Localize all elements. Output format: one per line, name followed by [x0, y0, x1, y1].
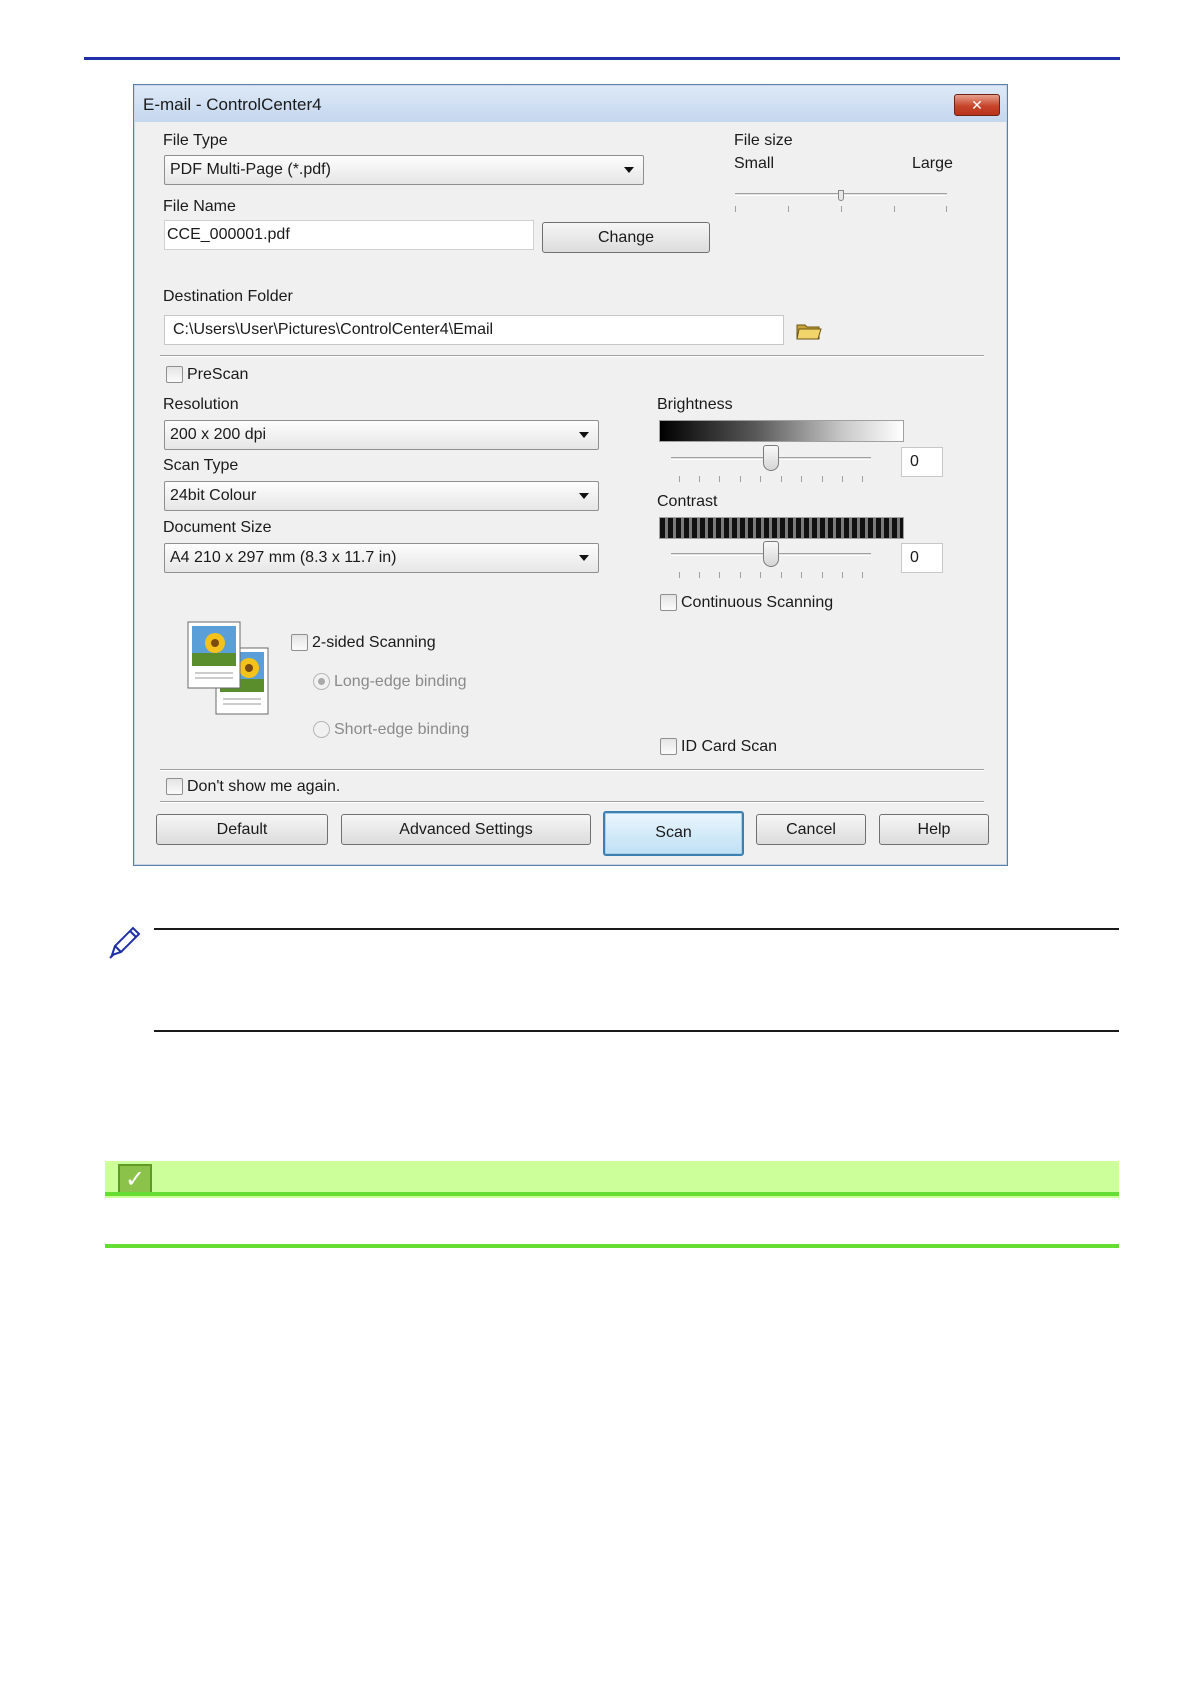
contrast-thumb[interactable] [763, 541, 779, 567]
separator-bottom [160, 801, 984, 803]
file-size-ticks [735, 206, 947, 212]
scan-type-label: Scan Type [163, 457, 239, 474]
resolution-select[interactable]: 200 x 200 dpi [164, 420, 599, 450]
brightness-label: Brightness [657, 396, 733, 413]
prescan-checkbox[interactable] [166, 366, 183, 383]
file-type-label: File Type [163, 132, 228, 149]
two-sided-scanning-label: 2-sided Scanning [312, 634, 436, 651]
resolution-label: Resolution [163, 396, 239, 413]
contrast-slider[interactable] [671, 541, 871, 581]
top-rule [84, 57, 1120, 60]
brightness-slider[interactable] [671, 445, 871, 485]
scan-type-select[interactable]: 24bit Colour [164, 481, 599, 511]
two-sided-scanning-checkbox[interactable] [291, 634, 308, 651]
contrast-value-field[interactable]: 0 [901, 543, 943, 573]
file-name-label: File Name [163, 198, 236, 215]
note-top-rule [154, 928, 1119, 930]
long-edge-binding-radio[interactable] [313, 673, 330, 690]
destination-folder-field[interactable]: C:\Users\User\Pictures\ControlCenter4\Em… [164, 315, 784, 345]
title-bar: E-mail - ControlCenter4 ✕ [135, 86, 1006, 122]
separator-top [160, 355, 984, 357]
folder-icon[interactable] [796, 321, 822, 341]
long-edge-binding-label: Long-edge binding [334, 673, 467, 690]
contrast-pattern [659, 517, 904, 539]
file-size-large-label: Large [912, 155, 953, 172]
help-button[interactable]: Help [879, 814, 989, 845]
change-button[interactable]: Change [542, 222, 710, 253]
separator-middle [160, 769, 984, 771]
chevron-down-icon [579, 432, 589, 438]
email-dialog: E-mail - ControlCenter4 ✕ File Type PDF … [133, 84, 1008, 866]
chevron-down-icon [579, 555, 589, 561]
related-top-rule [105, 1192, 1119, 1196]
radio-selected-dot [318, 678, 325, 685]
file-size-small-label: Small [734, 155, 775, 172]
contrast-label: Contrast [657, 493, 718, 510]
default-button[interactable]: Default [156, 814, 328, 845]
destination-folder-label: Destination Folder [163, 288, 293, 305]
scan-button[interactable]: Scan [603, 811, 744, 856]
file-name-field[interactable]: CCE_000001.pdf [164, 220, 534, 250]
cancel-button[interactable]: Cancel [756, 814, 866, 845]
advanced-settings-button[interactable]: Advanced Settings [341, 814, 591, 845]
file-type-value: PDF Multi-Page (*.pdf) [170, 161, 331, 178]
scan-type-value: 24bit Colour [170, 487, 257, 504]
related-bottom-rule [105, 1244, 1119, 1248]
note-bottom-rule [154, 1030, 1119, 1032]
pencil-icon [106, 925, 142, 961]
continuous-scanning-label: Continuous Scanning [681, 594, 834, 611]
id-card-scan-label: ID Card Scan [681, 738, 778, 755]
dont-show-again-label: Don't show me again. [187, 778, 341, 795]
document-size-label: Document Size [163, 519, 272, 536]
brightness-ticks [679, 476, 863, 482]
resolution-value: 200 x 200 dpi [170, 426, 267, 443]
chevron-down-icon [624, 167, 634, 173]
prescan-label: PreScan [187, 366, 249, 383]
file-type-select[interactable]: PDF Multi-Page (*.pdf) [164, 155, 644, 185]
document-size-select[interactable]: A4 210 x 297 mm (8.3 x 11.7 in) [164, 543, 599, 573]
dialog-title: E-mail - ControlCenter4 [143, 95, 322, 114]
file-size-label: File size [734, 132, 793, 149]
chevron-down-icon [579, 493, 589, 499]
short-edge-binding-radio[interactable] [313, 721, 330, 738]
brightness-gradient [659, 420, 904, 442]
two-sided-pages-icon [187, 621, 271, 717]
id-card-scan-checkbox[interactable] [660, 738, 677, 755]
file-size-thumb[interactable] [838, 190, 844, 201]
dont-show-again-checkbox[interactable] [166, 778, 183, 795]
file-size-slider[interactable] [735, 189, 947, 215]
contrast-ticks [679, 572, 863, 578]
brightness-thumb[interactable] [763, 445, 779, 471]
brightness-value-field[interactable]: 0 [901, 447, 943, 477]
close-button[interactable]: ✕ [954, 94, 1000, 116]
continuous-scanning-checkbox[interactable] [660, 594, 677, 611]
short-edge-binding-label: Short-edge binding [334, 721, 470, 738]
document-size-value: A4 210 x 297 mm (8.3 x 11.7 in) [170, 549, 397, 566]
